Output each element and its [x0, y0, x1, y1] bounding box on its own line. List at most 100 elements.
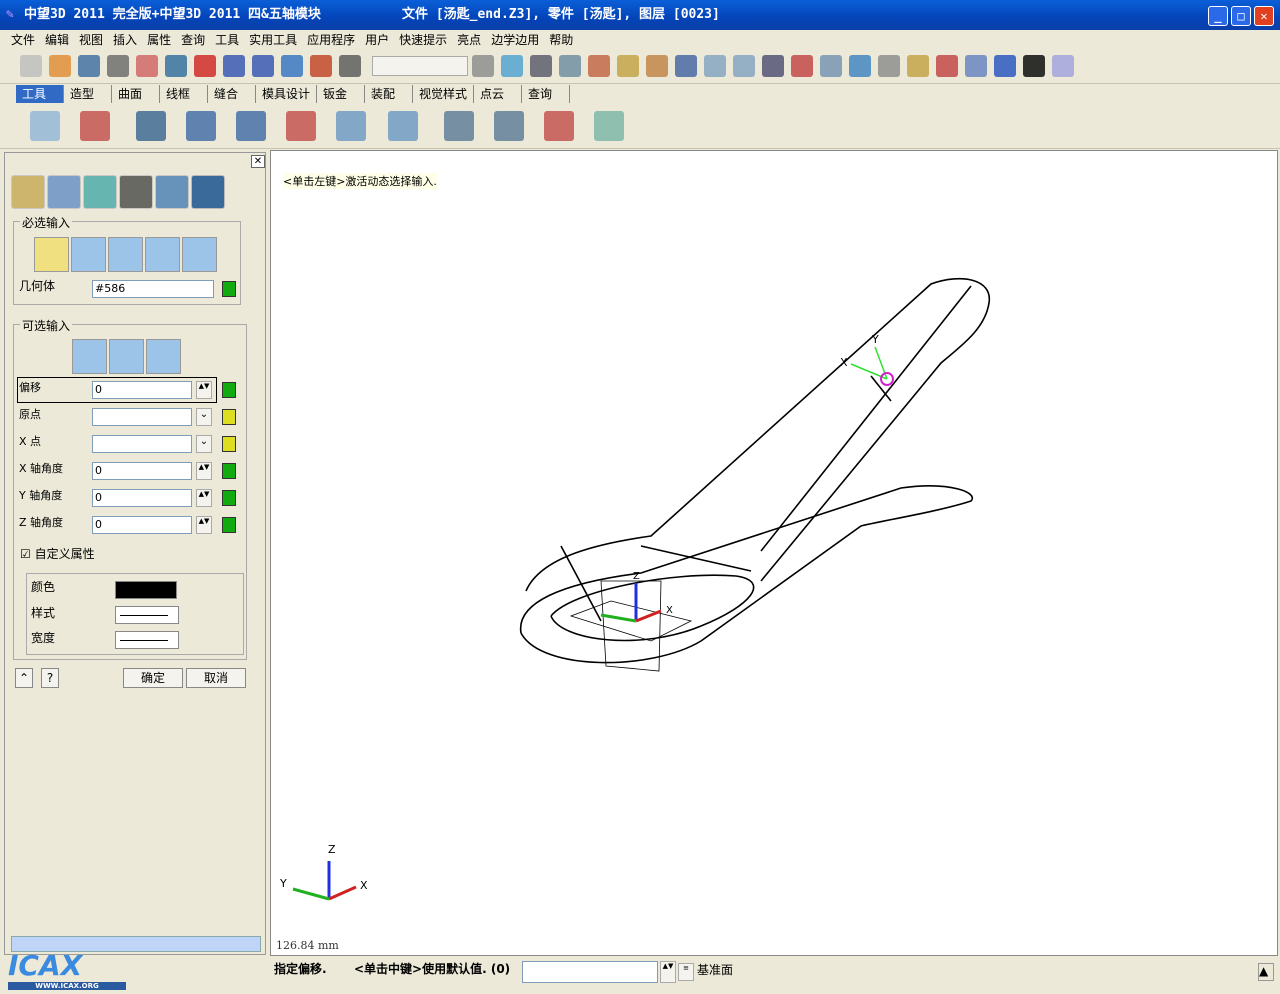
required-option-icon[interactable] — [71, 237, 106, 272]
toolbar-icon[interactable] — [965, 55, 987, 77]
panel-tab-icon[interactable] — [47, 175, 81, 209]
tool-icon[interactable] — [80, 111, 110, 141]
toolbar-icon[interactable] — [310, 55, 332, 77]
toolbar-icon[interactable] — [820, 55, 842, 77]
command-input[interactable] — [522, 961, 658, 983]
list-icon[interactable] — [222, 463, 236, 479]
toolbar-icon[interactable] — [472, 55, 494, 77]
toolbar-icon[interactable] — [107, 55, 129, 77]
toolbar-icon[interactable] — [791, 55, 813, 77]
menu-item[interactable]: 用户 — [360, 30, 394, 50]
toolbar-icon[interactable] — [1052, 55, 1074, 77]
menu-item[interactable]: 查询 — [176, 30, 210, 50]
field-input[interactable]: 0 — [92, 381, 192, 399]
toolbar-icon[interactable] — [994, 55, 1016, 77]
menu-item[interactable]: 视图 — [74, 30, 108, 50]
panel-tab-icon[interactable] — [191, 175, 225, 209]
required-option-icon[interactable] — [108, 237, 143, 272]
toolbar-icon[interactable] — [501, 55, 523, 77]
menu-item[interactable]: 插入 — [108, 30, 142, 50]
toolbar-icon[interactable] — [936, 55, 958, 77]
toolbar-icon[interactable] — [704, 55, 726, 77]
list-icon[interactable] — [222, 382, 236, 398]
tool-icon[interactable] — [30, 111, 60, 141]
toolbar-icon[interactable] — [165, 55, 187, 77]
dropdown-button[interactable]: ⌄ — [196, 408, 212, 426]
toolbar-icon[interactable] — [78, 55, 100, 77]
tool-icon[interactable] — [186, 111, 216, 141]
tab-5[interactable]: 模具设计 — [256, 85, 318, 103]
scroll-up-button[interactable]: ▲ — [1258, 963, 1274, 981]
toolbar-icon[interactable] — [339, 55, 361, 77]
required-option-icon[interactable] — [145, 237, 180, 272]
filter-input[interactable] — [372, 56, 468, 76]
style-dropdown[interactable] — [115, 606, 179, 624]
menu-item[interactable]: 快速提示 — [394, 30, 452, 50]
field-input[interactable] — [92, 408, 192, 426]
panel-tab-icon[interactable] — [119, 175, 153, 209]
menu-item[interactable]: 边学边用 — [486, 30, 544, 50]
tab-8[interactable]: 视觉样式 — [413, 85, 475, 103]
toolbar-icon[interactable] — [530, 55, 552, 77]
spinner[interactable]: ▲▼ — [196, 516, 212, 534]
tab-0[interactable]: 工具 — [16, 85, 64, 103]
ok-button[interactable]: 确定 — [123, 668, 183, 688]
tab-6[interactable]: 钣金 — [317, 85, 366, 103]
toolbar-icon[interactable] — [849, 55, 871, 77]
tool-icon[interactable] — [336, 111, 366, 141]
optional-option-icon[interactable] — [146, 339, 181, 374]
toolbar-icon[interactable] — [907, 55, 929, 77]
tab-10[interactable]: 查询 — [522, 85, 571, 103]
width-dropdown[interactable] — [115, 631, 179, 649]
required-option-icon[interactable] — [182, 237, 217, 272]
toolbar-icon[interactable] — [223, 55, 245, 77]
panel-tab-icon[interactable] — [83, 175, 117, 209]
menu-item[interactable]: 工具 — [210, 30, 244, 50]
list-icon[interactable] — [222, 281, 236, 297]
optional-option-icon[interactable] — [109, 339, 144, 374]
tool-icon[interactable] — [136, 111, 166, 141]
toolbar-icon[interactable] — [617, 55, 639, 77]
spinner[interactable]: ▲▼ — [196, 489, 212, 507]
maximize-button[interactable]: □ — [1231, 6, 1251, 26]
tab-4[interactable]: 缝合 — [208, 85, 256, 103]
tab-1[interactable]: 造型 — [64, 85, 112, 103]
list-icon[interactable] — [222, 409, 236, 425]
3d-viewport[interactable]: <单击左键>激活动态选择输入. 126.84 mm Z X Y X Z X Y — [270, 150, 1278, 956]
toolbar-icon[interactable] — [20, 55, 42, 77]
field-input[interactable]: 0 — [92, 516, 192, 534]
menu-item[interactable]: 属性 — [142, 30, 176, 50]
tool-icon[interactable] — [494, 111, 524, 141]
collapse-button[interactable]: ⌃ — [15, 668, 33, 688]
toolbar-icon[interactable] — [675, 55, 697, 77]
tool-icon[interactable] — [594, 111, 624, 141]
cancel-button[interactable]: 取消 — [186, 668, 246, 688]
list-icon[interactable] — [222, 436, 236, 452]
color-swatch[interactable] — [115, 581, 177, 599]
tab-9[interactable]: 点云 — [474, 85, 523, 103]
menu-item[interactable]: 帮助 — [544, 30, 578, 50]
required-option-icon[interactable] — [34, 237, 69, 272]
toolbar-icon[interactable] — [252, 55, 274, 77]
toolbar-icon[interactable] — [194, 55, 216, 77]
toolbar-icon[interactable] — [733, 55, 755, 77]
close-button[interactable]: ✕ — [1254, 6, 1274, 26]
toolbar-icon[interactable] — [281, 55, 303, 77]
toolbar-icon[interactable] — [878, 55, 900, 77]
tool-icon[interactable] — [544, 111, 574, 141]
tool-icon[interactable] — [286, 111, 316, 141]
panel-tab-icon[interactable] — [155, 175, 189, 209]
toolbar-icon[interactable] — [559, 55, 581, 77]
field-input[interactable]: 0 — [92, 489, 192, 507]
tab-3[interactable]: 线框 — [160, 85, 208, 103]
tool-icon[interactable] — [236, 111, 266, 141]
menu-item[interactable]: 编辑 — [40, 30, 74, 50]
spinner[interactable]: ▲▼ — [196, 381, 212, 399]
toolbar-icon[interactable] — [1023, 55, 1045, 77]
toolbar-icon[interactable] — [762, 55, 784, 77]
tool-icon[interactable] — [388, 111, 418, 141]
toolbar-icon[interactable] — [49, 55, 71, 77]
command-spinner[interactable]: ▲▼ — [660, 961, 676, 983]
optional-option-icon[interactable] — [72, 339, 107, 374]
minimize-button[interactable]: _ — [1208, 6, 1228, 26]
